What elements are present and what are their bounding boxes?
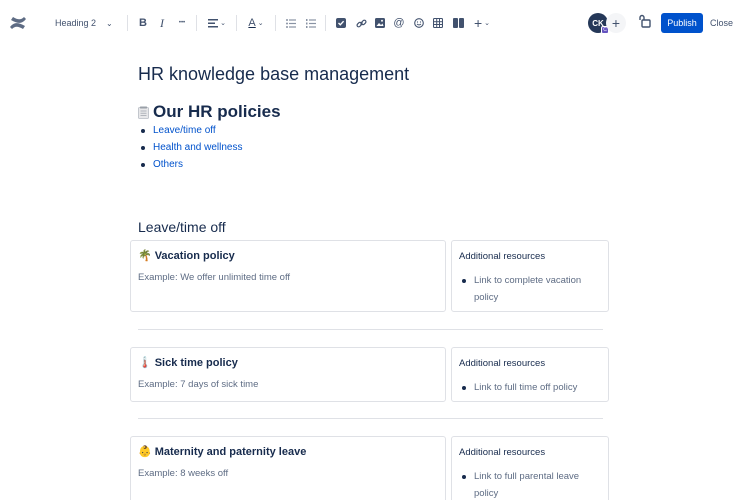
more-icon: •••	[178, 20, 186, 26]
resources-title: Additional resources	[459, 447, 546, 458]
list-item-link[interactable]: Leave/time off	[140, 122, 243, 139]
list-item-link[interactable]: Health and wellness	[140, 139, 243, 156]
divider	[138, 418, 603, 419]
bullet-list-button[interactable]	[282, 12, 300, 34]
italic-icon: I	[160, 15, 164, 30]
toolbar-divider	[275, 15, 276, 31]
bullet-list-icon	[286, 18, 296, 28]
card-body: Example: We offer unlimited time off	[138, 272, 291, 283]
table-button[interactable]	[429, 12, 447, 34]
unlock-icon[interactable]	[638, 14, 652, 28]
more-formatting-button[interactable]: •••	[173, 12, 191, 34]
mention-button[interactable]: @	[390, 12, 408, 34]
close-label: Close	[710, 18, 734, 28]
emoji-button[interactable]	[410, 12, 428, 34]
bold-icon: B	[139, 17, 147, 29]
checkbox-icon	[336, 18, 346, 28]
toolbar-divider	[196, 15, 197, 31]
chevron-down-icon: ⌄	[220, 20, 226, 27]
invite-button[interactable]: +	[606, 13, 626, 33]
policy-card[interactable]: 👶 Maternity and paternity leave Example:…	[130, 436, 446, 500]
toolbar-divider	[325, 15, 326, 31]
chevron-down-icon: ⌄	[106, 18, 113, 28]
resource-link[interactable]: Link to full time off policy	[462, 379, 602, 396]
card-title-text: Maternity and paternity leave	[154, 445, 307, 458]
publish-button[interactable]: Publish	[661, 13, 703, 33]
editor-toolbar: Heading 2 ⌄ B I ••• ⌄ A ⌄ @ + ⌄ CK C + P…	[0, 0, 740, 46]
text-style-label: Heading 2	[55, 18, 97, 28]
toolbar-divider	[236, 15, 237, 31]
chevron-down-icon: ⌄	[484, 20, 491, 27]
italic-button[interactable]: I	[153, 12, 171, 34]
text-style-dropdown[interactable]: Heading 2 ⌄	[48, 12, 118, 34]
columns-layout-icon	[452, 18, 464, 28]
image-icon	[375, 18, 385, 28]
divider	[138, 329, 603, 330]
policy-links-list: Leave/time off Health and wellness Other…	[140, 122, 243, 173]
avatar-badge-letter: C	[603, 27, 607, 33]
list-item-link[interactable]: Others	[140, 156, 243, 173]
toolbar-divider	[127, 15, 128, 31]
notepad-icon	[138, 106, 149, 119]
page-title[interactable]: HR knowledge base management	[138, 64, 409, 85]
thermometer-icon: 🌡️	[138, 357, 152, 369]
baby-icon: 👶	[138, 446, 152, 458]
card-title: 🌴 Vacation policy	[138, 249, 235, 263]
resources-title: Additional resources	[459, 251, 546, 262]
card-title: 👶 Maternity and paternity leave	[138, 445, 307, 459]
numbered-list-button[interactable]	[302, 12, 320, 34]
numbered-list-icon	[306, 18, 316, 28]
resources-list: Link to complete vacation policy	[462, 272, 602, 306]
layouts-button[interactable]	[449, 12, 467, 34]
publish-label: Publish	[667, 18, 697, 28]
action-item-button[interactable]	[332, 12, 350, 34]
card-body: Example: 7 days of sick time	[138, 379, 259, 390]
card-title-text: Vacation policy	[154, 249, 235, 262]
resource-link-line: policy	[474, 292, 499, 303]
chevron-down-icon: ⌄	[257, 20, 264, 27]
at-mention-icon: @	[393, 17, 405, 29]
confluence-logo-icon[interactable]	[8, 13, 28, 33]
bold-button[interactable]: B	[134, 12, 152, 34]
policies-heading-text: Our HR policies	[153, 102, 281, 121]
resource-link[interactable]: Link to full parental leave policy	[462, 468, 602, 500]
resource-link-line: policy	[474, 488, 499, 499]
policy-card[interactable]: 🌴 Vacation policy Example: We offer unli…	[130, 240, 446, 312]
policies-heading[interactable]: Our HR policies	[138, 102, 281, 122]
text-color-button[interactable]: A ⌄	[244, 12, 268, 34]
card-title-text: Sick time policy	[154, 356, 238, 369]
resources-list: Link to full parental leave policy	[462, 468, 602, 500]
smiley-icon	[414, 18, 424, 28]
card-body: Example: 8 weeks off	[138, 468, 229, 479]
resources-card[interactable]: Additional resources Link to full parent…	[451, 436, 609, 500]
resource-link-line: Link to full parental leave	[474, 471, 580, 482]
resources-list: Link to full time off policy	[462, 379, 602, 396]
resource-link-line: Link to complete vacation	[474, 275, 582, 286]
align-left-icon	[208, 18, 219, 27]
table-icon	[433, 18, 443, 28]
plus-icon: +	[473, 15, 483, 31]
resource-link[interactable]: Link to complete vacation policy	[462, 272, 602, 306]
link-icon	[355, 19, 367, 27]
resource-link-line: Link to full time off policy	[474, 382, 578, 393]
resources-title: Additional resources	[459, 358, 546, 369]
section-heading[interactable]: Leave/time off	[138, 219, 226, 235]
insert-more-button[interactable]: + ⌄	[471, 12, 493, 34]
link-button[interactable]	[352, 12, 370, 34]
palm-tree-icon: 🌴	[138, 250, 152, 262]
text-color-icon: A	[248, 17, 256, 29]
policy-card[interactable]: 🌡️ Sick time policy Example: 7 days of s…	[130, 347, 446, 402]
alignment-button[interactable]: ⌄	[205, 12, 229, 34]
image-button[interactable]	[371, 12, 389, 34]
card-title: 🌡️ Sick time policy	[138, 356, 238, 370]
resources-card[interactable]: Additional resources Link to full time o…	[451, 347, 609, 402]
resources-card[interactable]: Additional resources Link to complete va…	[451, 240, 609, 312]
plus-icon: +	[611, 15, 621, 31]
close-button[interactable]: Close	[710, 13, 733, 33]
